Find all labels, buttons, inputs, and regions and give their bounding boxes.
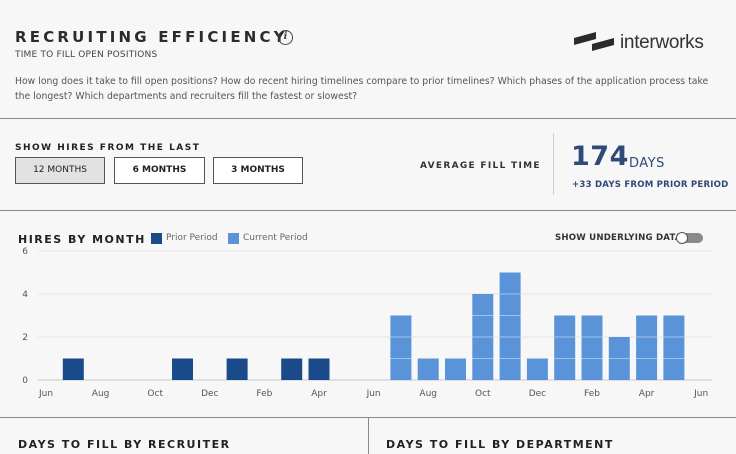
divider [0, 210, 736, 211]
hires-by-month-chart: 0 2 4 6 Jun Aug Oct Dec Feb Apr Jun Aug Oct Dec Feb Apr… [22, 247, 712, 399]
legend-label-prior: Prior Period [166, 233, 218, 243]
underlying-data-toggle[interactable] [676, 232, 703, 244]
dashboard-description: How long does it take to fill open posit… [15, 76, 709, 102]
divider [0, 118, 736, 119]
x-tick-label: Jun [38, 389, 53, 399]
x-tick-label: Feb [256, 389, 272, 399]
hires-chart-title: HIRES BY MONTH [18, 233, 146, 246]
y-tick-label: 0 [22, 376, 28, 386]
average-fill-time-unit: DAYS [629, 156, 665, 171]
x-tick-label: Oct [147, 389, 163, 399]
average-fill-time-label: AVERAGE FILL TIME [420, 161, 541, 171]
legend-swatch-current [228, 233, 239, 244]
period-button-12-months[interactable]: 12 MONTHS [15, 157, 105, 184]
x-tick-label: Dec [201, 389, 218, 399]
logo-text: interworks [620, 32, 704, 53]
bar-current-period[interactable] [526, 358, 548, 381]
fill-time-comparison: +33 DAYS FROM PRIOR PERIOD [572, 180, 729, 190]
x-tick-label: Oct [475, 389, 491, 399]
x-tick-label: Apr [311, 389, 327, 399]
x-tick-label: Dec [529, 389, 546, 399]
legend-label-current: Current Period [243, 233, 308, 243]
period-button-3-months[interactable]: 3 MONTHS [213, 157, 303, 184]
info-icon[interactable]: i [278, 30, 293, 45]
y-tick-label: 4 [22, 290, 28, 300]
toggle-knob [676, 232, 688, 244]
bar-prior-period[interactable] [172, 358, 193, 381]
y-tick-label: 2 [22, 333, 28, 343]
section-divider [368, 418, 369, 454]
bar-current-period[interactable] [417, 358, 439, 381]
dashboard-title: RECRUITING EFFICIENCY [15, 28, 288, 46]
x-tick-label: Apr [639, 389, 655, 399]
legend-swatch-prior [151, 233, 162, 244]
bar-current-period[interactable] [581, 315, 603, 381]
x-tick-label: Jun [366, 389, 381, 399]
underlying-data-toggle-label: SHOW UNDERLYING DATA [555, 233, 682, 243]
bar-prior-period[interactable] [226, 358, 248, 381]
average-fill-time-value: 174 [571, 141, 629, 172]
logo-mark-icon [574, 32, 614, 51]
bar-current-period[interactable] [390, 315, 412, 381]
bar-current-period[interactable] [554, 315, 576, 381]
period-filter-label: SHOW HIRES FROM THE LAST [15, 143, 201, 153]
department-section-title: DAYS TO FILL BY DEPARTMENT [386, 438, 614, 451]
dashboard-subtitle: TIME TO FILL OPEN POSITIONS [15, 50, 158, 60]
bar-prior-period[interactable] [308, 358, 330, 381]
kpi-divider [553, 133, 554, 195]
x-tick-label: Aug [419, 389, 437, 399]
x-tick-label: Feb [584, 389, 600, 399]
recruiter-section-title: DAYS TO FILL BY RECRUITER [18, 438, 231, 451]
bar-current-period[interactable] [445, 358, 466, 381]
bar-current-period[interactable] [636, 315, 658, 381]
x-tick-label: Aug [92, 389, 110, 399]
bar-current-period[interactable] [499, 272, 521, 381]
period-button-6-months[interactable]: 6 MONTHS [114, 157, 205, 184]
bar-prior-period[interactable] [281, 358, 303, 381]
bar-current-period[interactable] [663, 315, 685, 381]
bar-prior-period[interactable] [62, 358, 84, 381]
dashboard-header: RECRUITING EFFICIENCY i TIME TO FILL OPE… [0, 0, 736, 118]
y-tick-label: 6 [22, 247, 28, 257]
x-tick-label: Jun [693, 389, 708, 399]
